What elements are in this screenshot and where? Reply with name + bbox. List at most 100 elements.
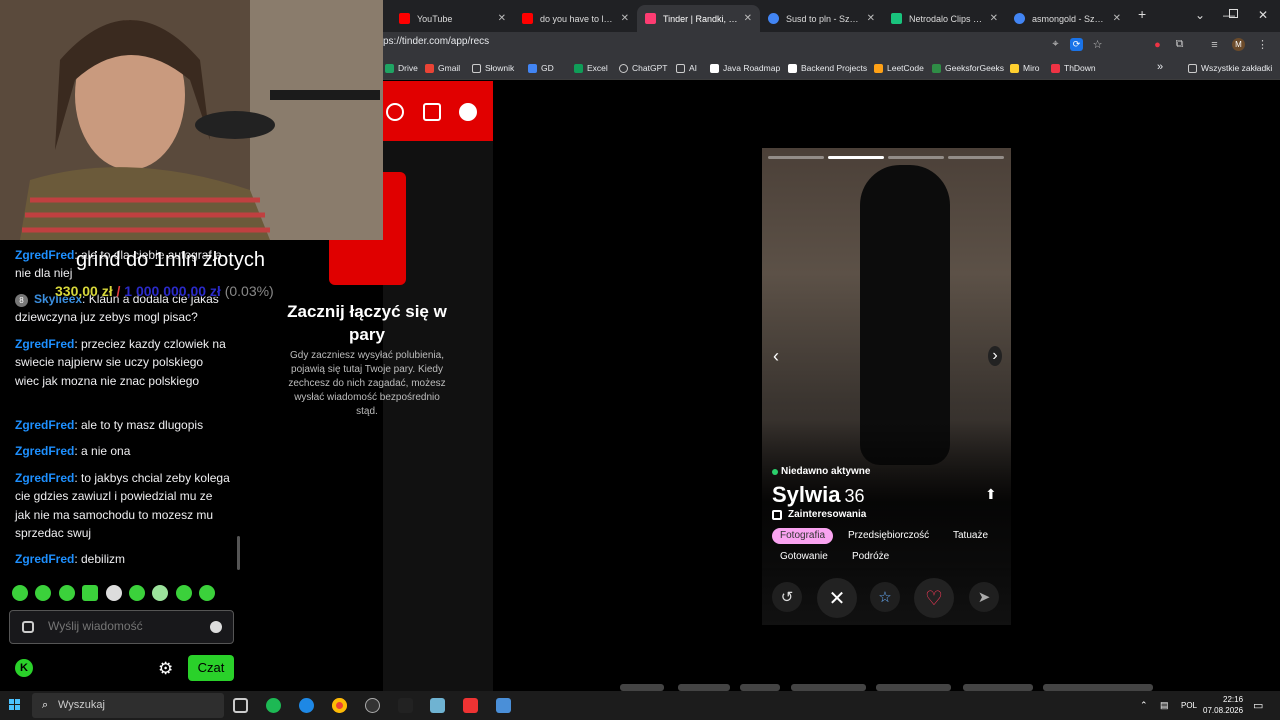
new-tab-button[interactable]: + — [1138, 6, 1146, 22]
close-window-button[interactable]: ✕ — [1258, 8, 1268, 22]
chat-username[interactable]: ZgredFred — [15, 248, 74, 262]
bookmark[interactable]: LeetCode — [874, 63, 924, 73]
bookmark[interactable]: Backend Projects — [788, 63, 867, 73]
tab-youtube[interactable]: YouTube ✕ — [391, 5, 514, 32]
emote-icon[interactable] — [129, 585, 145, 601]
bookmark[interactable]: Drive — [385, 63, 418, 73]
chat-username[interactable]: ZgredFred — [15, 471, 74, 485]
open-profile-icon[interactable]: ⬆ — [985, 486, 997, 503]
network-icon[interactable]: ▤ — [1160, 700, 1169, 711]
close-icon[interactable]: ✕ — [498, 13, 506, 24]
close-icon[interactable]: ✕ — [867, 13, 875, 24]
chat-message-input[interactable] — [48, 619, 208, 633]
bookmark[interactable]: Gmail — [425, 63, 460, 73]
extensions-icon[interactable]: ⧉ — [1173, 38, 1186, 51]
chrome-icon[interactable] — [332, 698, 347, 713]
chat-username[interactable]: ZgredFred — [15, 418, 74, 432]
close-icon[interactable]: ✕ — [990, 13, 998, 24]
close-icon[interactable]: ✕ — [744, 13, 752, 24]
bookmark[interactable]: AI — [676, 63, 697, 73]
emote-icon[interactable] — [35, 585, 51, 601]
chat-text: : debilizm — [74, 552, 126, 566]
chat-username[interactable]: ZgredFred — [15, 444, 74, 458]
input-language[interactable]: POL — [1181, 701, 1197, 710]
previous-photo-icon[interactable]: ‹ — [773, 346, 779, 367]
bookmark[interactable]: Excel — [574, 63, 608, 73]
taskbar-search[interactable]: Wyszukaj — [32, 693, 224, 718]
bookmark[interactable]: Słownik — [472, 63, 514, 73]
bookmark[interactable]: GD — [528, 63, 554, 73]
rewind-button[interactable]: ↺ — [772, 582, 802, 612]
spotify-icon[interactable] — [266, 698, 281, 713]
url-field[interactable]: ps://tinder.com/app/recs — [383, 36, 489, 47]
bookmark[interactable]: Java Roadmap — [710, 63, 780, 73]
briefcase-icon[interactable] — [423, 103, 441, 121]
shield-icon[interactable] — [22, 621, 34, 633]
emote-icon[interactable] — [199, 585, 215, 601]
media-icon[interactable]: ≡ — [1208, 38, 1221, 51]
emoji-icon[interactable] — [210, 621, 222, 633]
tab-tinder[interactable]: Tinder | Randki, przy ✕ — [637, 5, 760, 32]
tray-overflow-icon[interactable]: ⌃ — [1140, 700, 1148, 711]
tab-google-search[interactable]: Susd to pln - Szukaj ✕ — [760, 5, 883, 32]
explore-icon[interactable] — [386, 103, 404, 121]
settings-gear-icon[interactable]: ⚙ — [158, 659, 173, 679]
shield-icon[interactable] — [459, 103, 477, 121]
calculator-icon[interactable] — [496, 698, 511, 713]
all-bookmarks[interactable]: Wszystkie zakładki — [1188, 63, 1272, 73]
task-view-icon[interactable] — [233, 698, 248, 713]
chat-input-box[interactable] — [9, 610, 234, 644]
bookmark[interactable]: GeeksforGeeks — [932, 63, 1004, 73]
tab-title: do you have to let it — [540, 13, 615, 24]
close-icon[interactable]: ✕ — [1113, 13, 1121, 24]
menu-icon[interactable]: ⋮ — [1256, 38, 1269, 51]
notifications-icon[interactable]: ▭ — [1253, 699, 1263, 712]
star-icon[interactable]: ☆ — [1091, 38, 1104, 51]
maximize-icon[interactable] — [1229, 9, 1238, 18]
tab-search-icon[interactable]: ⌄ — [1195, 8, 1205, 22]
super-like-button[interactable]: ☆ — [870, 582, 900, 612]
bookmark[interactable]: ChatGPT — [619, 63, 667, 73]
chat-send-button[interactable]: Czat — [188, 655, 234, 681]
location-icon[interactable]: ⌖ — [1049, 38, 1062, 51]
nope-button[interactable]: ✕ — [817, 578, 857, 618]
tab-youtube-video[interactable]: do you have to let it ✕ — [514, 5, 637, 32]
clock[interactable]: 22:16 07.08.2026 — [1203, 694, 1243, 716]
windows-start-icon[interactable] — [9, 699, 21, 711]
translate-icon[interactable]: ⟳ — [1070, 38, 1083, 51]
photo-pager-dot[interactable] — [888, 156, 944, 159]
app-icon[interactable] — [430, 698, 445, 713]
profile-avatar-icon[interactable]: M — [1232, 38, 1245, 51]
send-boost-button[interactable]: ➤ — [969, 582, 999, 612]
windows-taskbar: Wyszukaj ⌕ ⌃ ▤ POL 22:16 07.08.2026 ▭ — [0, 691, 1280, 720]
next-photo-icon[interactable]: › — [988, 346, 1002, 366]
app-icon[interactable] — [365, 698, 380, 713]
chat-scrollbar[interactable] — [237, 536, 240, 570]
chat-username[interactable]: ZgredFred — [15, 552, 74, 566]
miro-icon — [1010, 63, 1019, 73]
app-icon[interactable] — [463, 698, 478, 713]
emote-icon[interactable] — [106, 585, 122, 601]
emote-icon[interactable] — [59, 585, 75, 601]
like-button[interactable]: ♡ — [914, 578, 954, 618]
emote-icon[interactable] — [12, 585, 28, 601]
emote-icon[interactable] — [82, 585, 98, 601]
emote-icon[interactable] — [176, 585, 192, 601]
kick-logo-icon[interactable]: K — [15, 659, 33, 677]
bookmark[interactable]: Miro — [1010, 63, 1040, 73]
photo-pager-dot[interactable] — [768, 156, 824, 159]
close-icon[interactable]: ✕ — [621, 13, 629, 24]
tab-google-search-2[interactable]: asmongold - Szukaj ✕ — [1006, 5, 1129, 32]
bookmark[interactable]: ThDown — [1051, 63, 1096, 73]
photo-pager-dot[interactable] — [948, 156, 1004, 159]
photo-pager-dot-active[interactable] — [828, 156, 884, 159]
emote-icon[interactable] — [152, 585, 168, 601]
tab-title: Tinder | Randki, przy — [663, 13, 738, 24]
more-bookmarks-icon[interactable]: » — [1157, 61, 1163, 73]
app-icon[interactable] — [398, 698, 413, 713]
folder-icon — [472, 63, 481, 73]
chat-username[interactable]: ZgredFred — [15, 337, 74, 351]
tab-clips[interactable]: Netrodalo Clips - Wa ✕ — [883, 5, 1006, 32]
extension-icon[interactable]: ● — [1151, 38, 1164, 51]
edge-icon[interactable] — [299, 698, 314, 713]
